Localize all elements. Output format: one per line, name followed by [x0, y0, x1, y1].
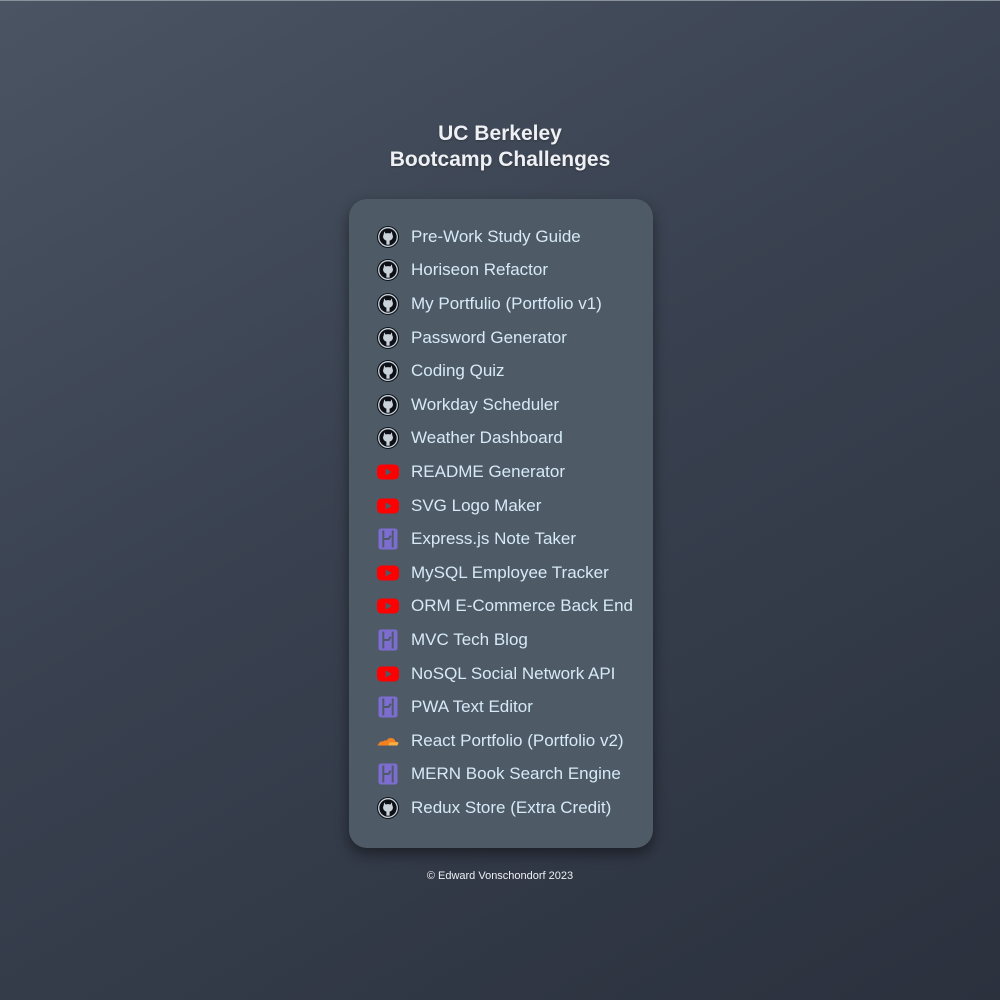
- youtube-icon: [376, 662, 400, 686]
- youtube-icon: [376, 460, 400, 484]
- link-item[interactable]: Pre-Work Study Guide: [376, 220, 633, 254]
- github-icon: [376, 426, 400, 450]
- link-item[interactable]: Password Generator: [376, 321, 633, 355]
- cloudflare-icon: [376, 729, 400, 753]
- github-icon: [376, 292, 400, 316]
- youtube-icon: [376, 561, 400, 585]
- github-icon: [376, 225, 400, 249]
- link-item[interactable]: Horiseon Refactor: [376, 254, 633, 288]
- link-label[interactable]: PWA Text Editor: [411, 697, 533, 717]
- link-label[interactable]: NoSQL Social Network API: [411, 664, 615, 684]
- link-label[interactable]: My Portfulio (Portfolio v1): [411, 294, 602, 314]
- link-item[interactable]: Weather Dashboard: [376, 422, 633, 456]
- link-item[interactable]: NoSQL Social Network API: [376, 657, 633, 691]
- github-icon: [376, 359, 400, 383]
- link-item[interactable]: PWA Text Editor: [376, 690, 633, 724]
- link-label[interactable]: README Generator: [411, 462, 565, 482]
- top-border: [0, 0, 1000, 1]
- link-item[interactable]: README Generator: [376, 455, 633, 489]
- github-icon: [376, 326, 400, 350]
- github-icon: [376, 258, 400, 282]
- page-title: UC Berkeley Bootcamp Challenges: [0, 121, 1000, 173]
- link-label[interactable]: Pre-Work Study Guide: [411, 227, 581, 247]
- link-label[interactable]: Weather Dashboard: [411, 428, 563, 448]
- footer-copyright: © Edward Vonschondorf 2023: [426, 870, 574, 882]
- link-label[interactable]: MySQL Employee Tracker: [411, 563, 609, 583]
- link-item[interactable]: Coding Quiz: [376, 354, 633, 388]
- link-label[interactable]: Redux Store (Extra Credit): [411, 798, 611, 818]
- link-label[interactable]: Express.js Note Taker: [411, 529, 576, 549]
- page-title-line2: Bootcamp Challenges: [389, 148, 611, 171]
- link-label[interactable]: ORM E-Commerce Back End: [411, 596, 633, 616]
- link-label[interactable]: SVG Logo Maker: [411, 496, 541, 516]
- link-label[interactable]: Coding Quiz: [411, 361, 505, 381]
- heroku-icon: [376, 695, 400, 719]
- youtube-icon: [376, 594, 400, 618]
- link-label[interactable]: Workday Scheduler: [411, 395, 559, 415]
- link-item[interactable]: My Portfulio (Portfolio v1): [376, 287, 633, 321]
- youtube-icon: [376, 494, 400, 518]
- link-item[interactable]: Workday Scheduler: [376, 388, 633, 422]
- link-item[interactable]: Express.js Note Taker: [376, 522, 633, 556]
- link-label[interactable]: Password Generator: [411, 328, 567, 348]
- link-item[interactable]: MySQL Employee Tracker: [376, 556, 633, 590]
- heroku-icon: [376, 628, 400, 652]
- heroku-icon: [376, 762, 400, 786]
- link-item[interactable]: React Portfolio (Portfolio v2): [376, 724, 633, 758]
- link-item[interactable]: MVC Tech Blog: [376, 623, 633, 657]
- link-label[interactable]: Horiseon Refactor: [411, 260, 548, 280]
- link-item[interactable]: MERN Book Search Engine: [376, 758, 633, 792]
- heroku-icon: [376, 527, 400, 551]
- link-label[interactable]: MERN Book Search Engine: [411, 764, 621, 784]
- link-item[interactable]: SVG Logo Maker: [376, 489, 633, 523]
- link-label[interactable]: React Portfolio (Portfolio v2): [411, 731, 624, 751]
- link-item[interactable]: Redux Store (Extra Credit): [376, 791, 633, 825]
- github-icon: [376, 796, 400, 820]
- links-list: Pre-Work Study Guide Horiseon Refactor My …: [376, 220, 633, 825]
- link-item[interactable]: ORM E-Commerce Back End: [376, 590, 633, 624]
- links-card: Pre-Work Study Guide Horiseon Refactor My …: [349, 199, 653, 848]
- github-icon: [376, 393, 400, 417]
- page-title-line1: UC Berkeley: [438, 122, 562, 145]
- link-label[interactable]: MVC Tech Blog: [411, 630, 528, 650]
